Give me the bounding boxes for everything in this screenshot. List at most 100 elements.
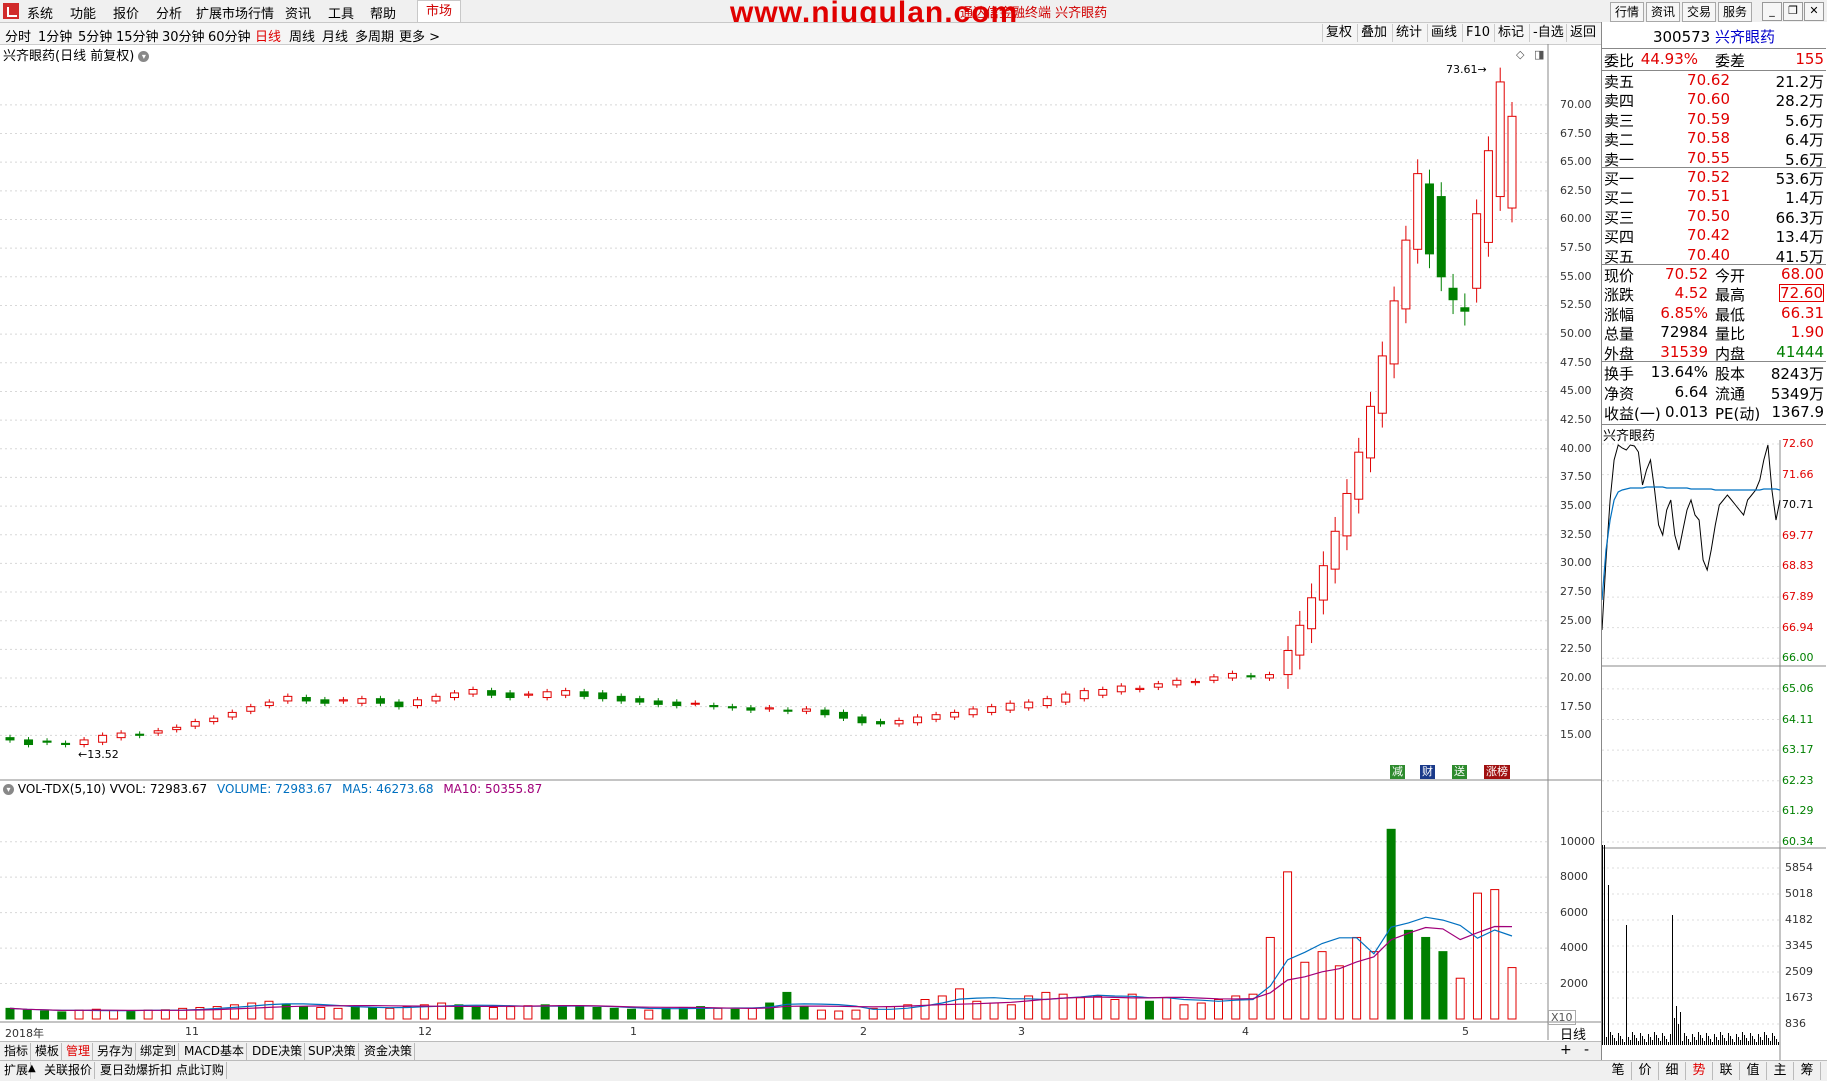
menu-tools[interactable]: 工具: [328, 3, 354, 22]
period-15min[interactable]: 15分钟: [116, 26, 159, 45]
tab-value[interactable]: 值: [1740, 1062, 1767, 1080]
stock-name[interactable]: 兴齐眼药: [1715, 28, 1775, 46]
stat-label: 股本: [1715, 365, 1746, 383]
candle-body: [1413, 173, 1423, 250]
tab-price[interactable]: 价: [1632, 1062, 1659, 1080]
order-level-label: 卖二: [1604, 131, 1635, 150]
volume-tick-label: 8000: [1560, 870, 1588, 884]
period-1min[interactable]: 1分钟: [38, 26, 72, 45]
period-5min[interactable]: 5分钟: [78, 26, 112, 45]
close-icon[interactable]: ✕: [1804, 2, 1824, 21]
stat-label: 收益(一): [1604, 405, 1661, 423]
order-volume: 28.2万: [1775, 92, 1824, 111]
restore-icon[interactable]: ❐: [1783, 2, 1803, 21]
stat-value: 5349万: [1770, 385, 1824, 403]
volume-bar: [557, 1005, 567, 1020]
candle-body: [375, 698, 385, 704]
period-multi[interactable]: 多周期: [355, 26, 394, 45]
tab-promo[interactable]: 夏日劲爆折扣 点此订购: [98, 1062, 227, 1079]
tab-sup[interactable]: SUP决策: [306, 1043, 359, 1060]
tab-manage[interactable]: 管理: [64, 1043, 94, 1060]
tab-bind[interactable]: 绑定到: [138, 1043, 180, 1060]
quote-button[interactable]: 行情: [1610, 2, 1644, 22]
f10-button[interactable]: F10: [1462, 24, 1493, 42]
menu-ext-market[interactable]: 扩展市场行情: [196, 3, 274, 22]
order-price: 70.51: [1687, 187, 1730, 206]
tab-dde[interactable]: DDE决策: [250, 1043, 306, 1060]
volume-bar: [471, 1006, 481, 1020]
weibi-value: 44.93%: [1640, 50, 1698, 68]
badge-reduce[interactable]: 减: [1390, 765, 1405, 779]
tab-extension[interactable]: 扩展: [2, 1062, 32, 1079]
volume-bar: [22, 1009, 32, 1020]
overlay-button[interactable]: 叠加: [1357, 24, 1390, 42]
mini-vol-label: 1673: [1785, 991, 1813, 1004]
badge-bonus[interactable]: 送: [1452, 765, 1467, 779]
tab-trend[interactable]: 势: [1686, 1062, 1713, 1080]
tab-detail[interactable]: 细: [1659, 1062, 1686, 1080]
indicator-name[interactable]: VOL-TDX(5,10): [18, 782, 106, 796]
tab-macd[interactable]: MACD基本: [182, 1043, 247, 1060]
watchlist-button[interactable]: -自选: [1529, 24, 1567, 42]
chevron-down-icon[interactable]: ▾: [3, 784, 14, 795]
period-weekly[interactable]: 周线: [289, 26, 315, 45]
tab-indicator[interactable]: 指标: [2, 1043, 32, 1060]
minimize-icon[interactable]: _: [1762, 2, 1782, 21]
volume-bar: [1041, 991, 1051, 1020]
price-tick-label: 55.00: [1560, 269, 1592, 283]
stat-value: 72984: [1660, 323, 1708, 342]
tab-trades[interactable]: 笔: [1605, 1062, 1632, 1080]
stat-value: 4.52: [1674, 284, 1708, 303]
period-30min[interactable]: 30分钟: [162, 26, 205, 45]
candle-body: [1401, 239, 1411, 310]
mark-button[interactable]: 标记: [1494, 24, 1527, 42]
candle-body: [42, 740, 52, 743]
volume-bar: [1352, 936, 1362, 1020]
menu-quote[interactable]: 报价: [113, 3, 139, 22]
back-button[interactable]: 返回: [1566, 24, 1599, 42]
service-button[interactable]: 服务: [1718, 2, 1752, 22]
volume-bar: [385, 1007, 395, 1020]
trade-button[interactable]: 交易: [1682, 2, 1716, 22]
news-button[interactable]: 资讯: [1646, 2, 1680, 22]
market-tab[interactable]: 市场: [417, 0, 461, 22]
menu-system[interactable]: 系统: [27, 3, 53, 22]
stats-button[interactable]: 统计: [1392, 24, 1425, 42]
candle-body: [1024, 701, 1034, 709]
mini-price-label: 62.23: [1782, 773, 1814, 787]
tab-template[interactable]: 模板: [33, 1043, 63, 1060]
badge-finance[interactable]: 财: [1420, 765, 1435, 779]
badge-rank[interactable]: 涨榜: [1484, 765, 1510, 779]
draw-button[interactable]: 画线: [1427, 24, 1460, 42]
period-timeshare[interactable]: 分时: [5, 26, 31, 45]
menu-analysis[interactable]: 分析: [156, 3, 182, 22]
period-daily[interactable]: 日线: [255, 26, 281, 45]
diamond-icon[interactable]: ◇: [1516, 48, 1524, 61]
tab-related[interactable]: 联: [1713, 1062, 1740, 1080]
period-more[interactable]: 更多 >: [399, 26, 440, 45]
period-60min[interactable]: 60分钟: [208, 26, 251, 45]
adjust-button[interactable]: 复权: [1322, 24, 1355, 42]
volume-header: ▾ VOL-TDX(5,10) VVOL: 72983.67 VOLUME: 7…: [3, 782, 542, 796]
tab-related-quote[interactable]: 关联报价: [42, 1062, 96, 1079]
chevron-up-icon[interactable]: ▲: [28, 1063, 36, 1074]
order-price: 70.60: [1687, 90, 1730, 109]
zoom-in-icon[interactable]: +: [1560, 1042, 1572, 1058]
menu-help[interactable]: 帮助: [370, 3, 396, 22]
stat-label: PE(动): [1715, 405, 1761, 423]
tab-fund[interactable]: 资金决策: [362, 1043, 416, 1060]
menu-function[interactable]: 功能: [70, 3, 96, 22]
tab-main[interactable]: 主: [1767, 1062, 1794, 1080]
panel-toggle-icon[interactable]: ◨: [1534, 48, 1544, 61]
tab-save-as[interactable]: 另存为: [95, 1043, 137, 1060]
mini-price-label: 68.83: [1782, 559, 1814, 573]
menu-news[interactable]: 资讯: [285, 3, 311, 22]
mini-price-label: 63.17: [1782, 743, 1814, 757]
volume-bar: [74, 1009, 84, 1020]
candle-body: [950, 711, 960, 718]
period-monthly[interactable]: 月线: [322, 26, 348, 45]
volume-bar: [1369, 951, 1379, 1020]
zoom-out-icon[interactable]: -: [1584, 1042, 1589, 1058]
tab-chips[interactable]: 筹: [1794, 1062, 1821, 1080]
ma10-value: MA10: 50355.87: [443, 782, 543, 796]
